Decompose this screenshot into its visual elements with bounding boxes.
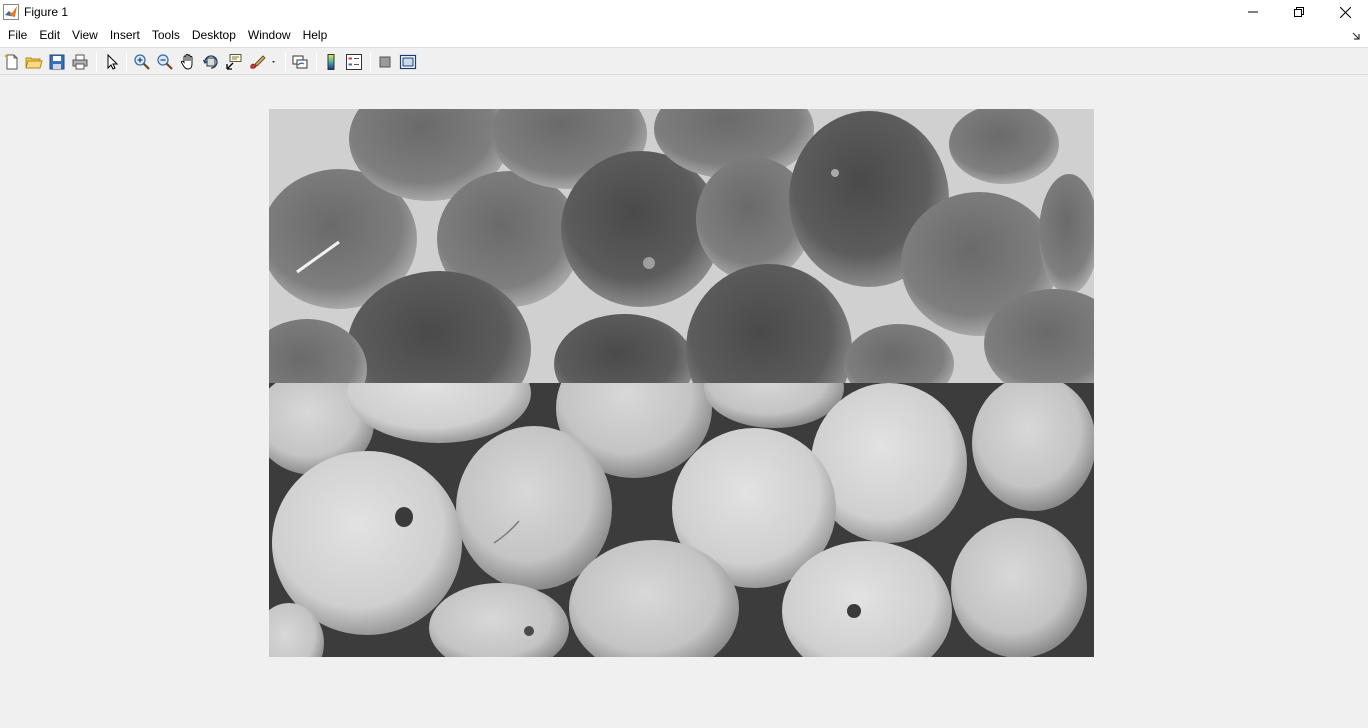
minimize-icon — [1248, 11, 1258, 13]
inverted-oranges-image — [269, 109, 1094, 383]
menu-window[interactable]: Window — [242, 24, 297, 47]
print-icon[interactable] — [71, 53, 89, 71]
restore-button[interactable] — [1276, 0, 1322, 24]
menu-file[interactable]: File — [2, 24, 33, 47]
pan-hand-icon[interactable] — [179, 53, 197, 71]
zoom-out-icon[interactable] — [156, 53, 174, 71]
toolbar-separator — [126, 52, 127, 72]
toolbar-separator — [285, 52, 286, 72]
matlab-logo-icon — [3, 4, 19, 20]
toolbar-separator — [370, 52, 371, 72]
new-figure-icon[interactable] — [3, 53, 21, 71]
toolbar-separator — [316, 52, 317, 72]
colorbar-icon[interactable] — [322, 53, 340, 71]
hide-plot-tools-icon[interactable] — [376, 53, 394, 71]
zoom-in-icon[interactable] — [133, 53, 151, 71]
menu-help[interactable]: Help — [297, 24, 334, 47]
menu-edit[interactable]: Edit — [33, 24, 66, 47]
figure-canvas[interactable] — [0, 76, 1368, 728]
show-plot-tools-icon[interactable] — [399, 53, 417, 71]
close-button[interactable] — [1322, 0, 1368, 24]
menu-desktop[interactable]: Desktop — [186, 24, 242, 47]
image-axes[interactable] — [269, 109, 1094, 657]
close-icon — [1339, 6, 1351, 18]
window-controls — [1230, 0, 1368, 24]
link-plot-icon[interactable] — [291, 53, 309, 71]
oranges-image — [269, 383, 1094, 657]
data-cursor-icon[interactable] — [225, 53, 243, 71]
menu-bar: File Edit View Insert Tools Desktop Wind… — [0, 24, 1368, 47]
brush-icon[interactable] — [248, 53, 278, 71]
minimize-button[interactable] — [1230, 0, 1276, 24]
menu-tools[interactable]: Tools — [146, 24, 186, 47]
dock-arrow-icon[interactable] — [1352, 30, 1362, 40]
figure-toolbar — [0, 47, 1368, 75]
open-file-icon[interactable] — [25, 53, 43, 71]
legend-icon[interactable] — [345, 53, 363, 71]
edit-plot-arrow-icon[interactable] — [103, 53, 121, 71]
menu-view[interactable]: View — [66, 24, 104, 47]
window-title: Figure 1 — [24, 5, 69, 19]
rotate-3d-icon[interactable] — [202, 53, 220, 71]
save-icon[interactable] — [48, 53, 66, 71]
restore-icon — [1294, 7, 1304, 17]
window-titlebar: Figure 1 — [0, 0, 1368, 24]
menu-insert[interactable]: Insert — [104, 24, 146, 47]
toolbar-separator — [96, 52, 97, 72]
